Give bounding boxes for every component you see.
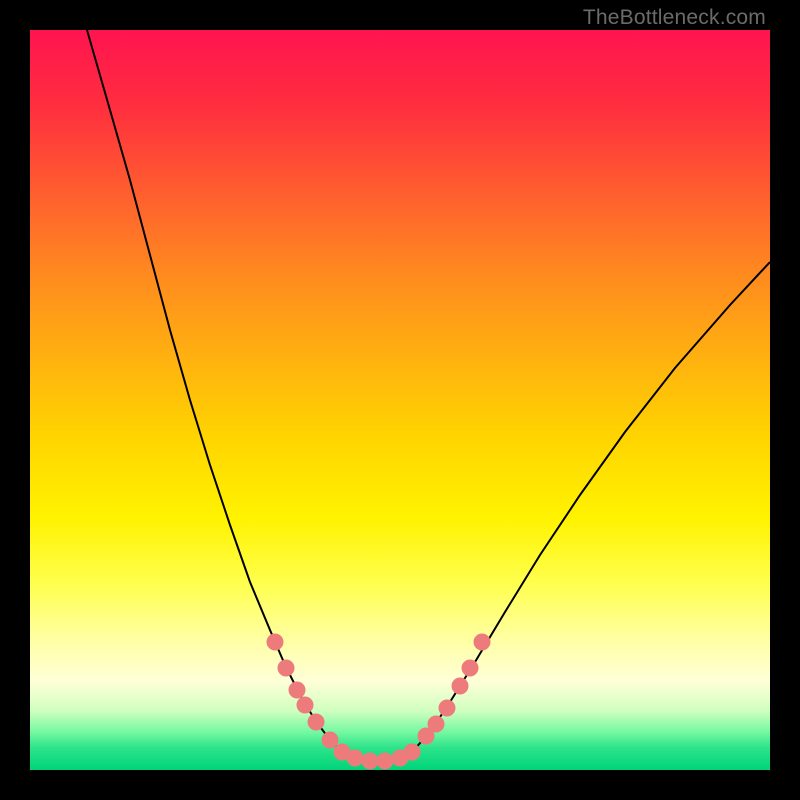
data-point — [404, 744, 421, 761]
data-point — [362, 753, 379, 770]
data-point — [428, 716, 445, 733]
watermark-text: TheBottleneck.com — [583, 6, 766, 30]
data-point — [462, 660, 479, 677]
chart-svg — [30, 30, 770, 770]
data-point — [308, 714, 325, 731]
data-point — [297, 697, 314, 714]
data-point — [439, 700, 456, 717]
data-point — [289, 682, 306, 699]
data-point — [347, 750, 364, 767]
dots-group — [267, 634, 491, 770]
data-point — [278, 660, 295, 677]
chart-frame: TheBottleneck.com — [0, 0, 800, 800]
bottleneck-curve — [87, 30, 770, 761]
data-point — [377, 753, 394, 770]
data-point — [474, 634, 491, 651]
data-point — [322, 732, 339, 749]
curve-group — [87, 30, 770, 761]
data-point — [267, 634, 284, 651]
data-point — [452, 678, 469, 695]
plot-area — [30, 30, 770, 770]
